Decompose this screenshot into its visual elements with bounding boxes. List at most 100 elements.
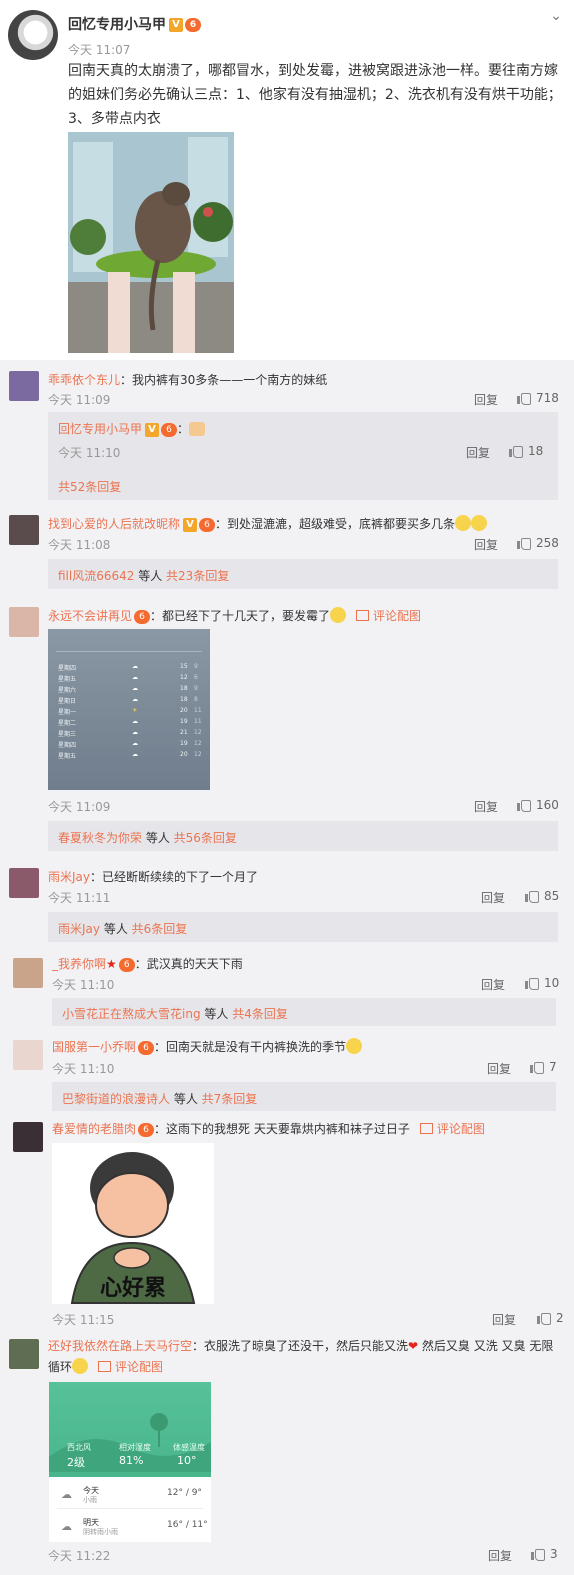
cloud-icon: ☁	[61, 1520, 72, 1533]
sub-reply-count[interactable]: 共23条回复	[166, 569, 229, 583]
reply-button[interactable]: 回复	[466, 444, 490, 461]
author-avatar[interactable]	[8, 10, 58, 60]
like-button[interactable]: 3	[531, 1547, 558, 1561]
sub-reply-count[interactable]: 共56条回复	[174, 831, 237, 845]
sub-reply-summary[interactable]: 巴黎街道的浪漫诗人 等人 共7条回复	[52, 1082, 556, 1111]
commenter-name[interactable]: 永远不会讲再见	[48, 609, 132, 623]
like-button[interactable]: 10	[525, 976, 559, 990]
meme-caption: 心好累	[99, 1276, 166, 1301]
feel-value: 10°	[177, 1454, 197, 1467]
forecast-day: 星期四	[58, 742, 77, 749]
like-count: 85	[544, 889, 560, 903]
like-count: 10	[544, 976, 560, 990]
sub-reply-user[interactable]: fill风流66642	[58, 569, 134, 583]
weather-screenshot-1[interactable]: 星期四 ☁ 15 9 星期五 ☁ 12 6 星期六 ☁ 18 9 星期日 ☁ 18 8 星期一 ☀ 20 11 星期二 ☁…	[48, 629, 210, 790]
reply-button[interactable]: 回复	[492, 1311, 516, 1328]
reply-button[interactable]: 回复	[474, 536, 498, 553]
forecast-day: 星期六	[58, 687, 77, 694]
sub-reply-summary[interactable]: 小雪花正在熬成大雪花ing 等人 共4条回复	[52, 998, 556, 1026]
sub-reply-user[interactable]: 巴黎街道的浪漫诗人	[62, 1092, 170, 1106]
sub-reply-summary[interactable]: fill风流66642 等人 共23条回复	[48, 559, 558, 589]
forecast-day: 星期日	[58, 698, 77, 705]
cat-photo	[68, 132, 234, 353]
sub-reply-user[interactable]: 雨米Jay	[58, 922, 100, 936]
forecast-day: 星期一	[58, 709, 77, 716]
avatar[interactable]	[9, 515, 39, 545]
author-name[interactable]: 回忆专用小马甲 V 6	[68, 14, 201, 34]
like-button[interactable]: 718	[517, 391, 559, 405]
avatar[interactable]	[13, 958, 43, 988]
reply-button[interactable]: 回复	[474, 391, 498, 408]
cloud-icon: ☁	[132, 663, 138, 670]
reply-button[interactable]: 回复	[481, 976, 505, 993]
sub-reply-user[interactable]: 春夏秋冬为你荣	[58, 831, 142, 845]
sub-reply-summary[interactable]: 雨米Jay 等人 共6条回复	[48, 912, 558, 942]
like-button[interactable]: 7	[530, 1060, 557, 1074]
reply-button[interactable]: 回复	[488, 1547, 512, 1564]
avatar[interactable]	[9, 1339, 39, 1369]
avatar[interactable]	[13, 1040, 43, 1070]
medal-icon: 6	[185, 18, 201, 32]
forecast-high: 19	[180, 740, 188, 747]
forecast-row: 星期三 ☁ 21 12	[56, 729, 202, 740]
commenter-name[interactable]: 国服第一小乔啊	[52, 1040, 136, 1054]
thumbs-up-icon	[517, 536, 531, 550]
comment-body: 还好我依然在路上天马行空：衣服洗了晾臭了还没干，然后只能又洗❤ 然后又臭 又洗 …	[48, 1337, 553, 1354]
cloud-icon: ☁	[132, 685, 138, 692]
weather-screenshot-2[interactable]: 西北风 2级 相对湿度 81% 体感温度 10° ☁ 今天 小雨 12° / 9…	[49, 1382, 211, 1542]
more-replies-link[interactable]: 共52条回复	[58, 478, 121, 495]
comment-pic-link[interactable]: 评论配图	[373, 609, 421, 623]
like-count: 18	[528, 444, 544, 458]
like-button[interactable]: 258	[517, 536, 559, 550]
sub-reply-count[interactable]: 共7条回复	[202, 1092, 258, 1106]
today-sub: 小雨	[83, 1496, 97, 1504]
comment-item: 乖乖依个东儿：我内裤有30多条——一个南方的妹纸 今天 11:09 回复 718…	[0, 360, 574, 505]
post-image-cat[interactable]	[68, 132, 234, 353]
sub-reply-summary[interactable]: 春夏秋冬为你荣 等人 共56条回复	[48, 821, 558, 851]
comment-item: 雨米Jay：已经断断续续的下了一个月了 今天 11:11 回复 85 雨米Jay…	[0, 855, 574, 945]
comment-body: 乖乖依个东儿：我内裤有30多条——一个南方的妹纸	[48, 371, 327, 388]
forecast-low: 9	[194, 685, 198, 692]
commenter-name[interactable]: 乖乖依个东儿	[48, 373, 120, 387]
avatar[interactable]	[9, 371, 39, 401]
sub-reply-mid: 等人	[100, 922, 132, 936]
sub-reply-user[interactable]: 小雪花正在熬成大雪花ing	[62, 1007, 201, 1021]
forecast-row: 星期日 ☁ 18 8	[56, 696, 202, 707]
reply-button[interactable]: 回复	[474, 798, 498, 815]
like-count: 3	[550, 1547, 558, 1561]
reply-button[interactable]: 回复	[481, 889, 505, 906]
sub-reply-name[interactable]: 回忆专用小马甲	[58, 422, 142, 436]
chevron-down-icon[interactable]: ⌄	[550, 8, 562, 24]
medal-icon: 6	[118, 957, 135, 972]
like-count: 7	[549, 1060, 557, 1074]
like-button[interactable]: 85	[525, 889, 559, 903]
like-count: 160	[536, 798, 559, 812]
sweat-emoji-icon	[72, 1358, 89, 1374]
sub-reply-count[interactable]: 共6条回复	[132, 922, 188, 936]
avatar[interactable]	[9, 607, 39, 637]
like-button[interactable]: 160	[517, 798, 559, 812]
comment-pic-link[interactable]: 评论配图	[437, 1122, 485, 1136]
forecast-low: 11	[194, 718, 202, 725]
medal-icon: 6	[134, 609, 151, 624]
meme-image[interactable]: 心好累	[52, 1143, 214, 1304]
commenter-name[interactable]: 找到心爱的人后就改昵称	[48, 517, 180, 531]
like-button[interactable]: 2	[537, 1311, 564, 1325]
avatar[interactable]	[9, 868, 39, 898]
comment-pic-link[interactable]: 评论配图	[115, 1360, 163, 1374]
sub-reply-count[interactable]: 共4条回复	[232, 1007, 288, 1021]
commenter-name[interactable]: 还好我依然在路上天马行空	[48, 1339, 192, 1353]
comment-text: ：已经断断续续的下了一个月了	[90, 870, 259, 884]
thumbs-up-icon	[509, 444, 523, 458]
like-button[interactable]: 18	[509, 444, 543, 458]
comment-time: 今天 11:10	[52, 1062, 115, 1076]
forecast-row: 星期一 ☀ 20 11	[56, 707, 202, 718]
reply-button[interactable]: 回复	[487, 1060, 511, 1077]
commenter-name[interactable]: 春爱情的老腊肉	[52, 1122, 136, 1136]
commenter-name[interactable]: 雨米Jay	[48, 870, 90, 884]
avatar[interactable]	[13, 1122, 43, 1152]
commenter-name[interactable]: _我养你啊	[52, 957, 106, 971]
author-name-text[interactable]: 回忆专用小马甲	[68, 17, 166, 33]
thumbs-up-icon	[537, 1311, 551, 1325]
forecast-high: 20	[180, 707, 188, 714]
